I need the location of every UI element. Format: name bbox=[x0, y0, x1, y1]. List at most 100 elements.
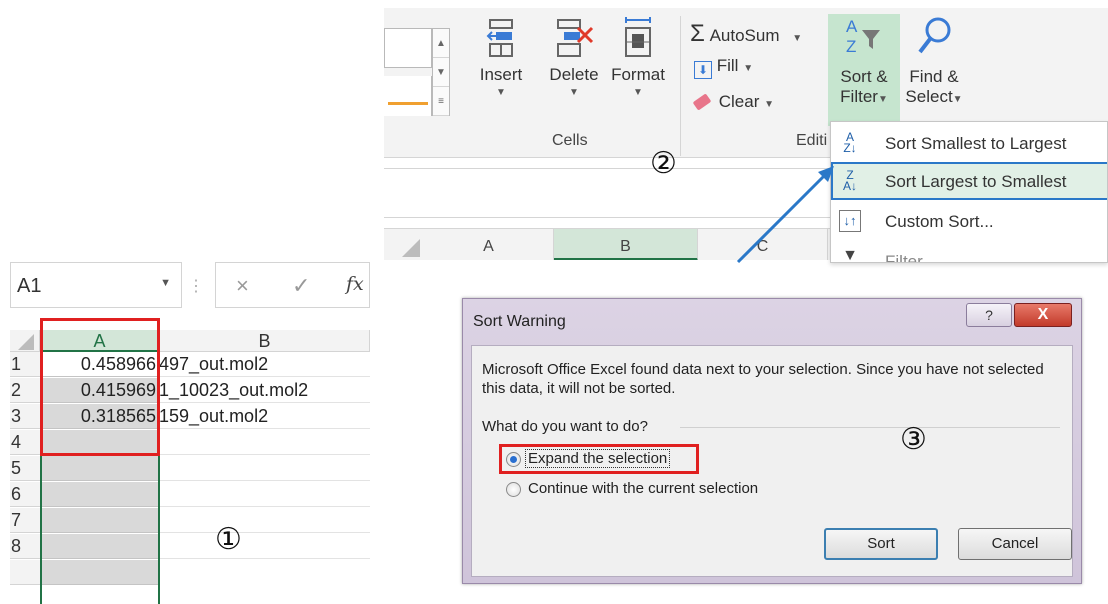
continue-current-radio[interactable] bbox=[506, 482, 521, 497]
name-box[interactable]: A1 ▼ bbox=[10, 262, 182, 308]
cell-style-preview-2[interactable] bbox=[384, 76, 432, 116]
dialog-message: Microsoft Office Excel found data next t… bbox=[482, 361, 1044, 397]
menu-item-label: Sort Smallest to Largest bbox=[885, 134, 1067, 153]
row-header-partial[interactable] bbox=[10, 560, 40, 585]
insert-button[interactable]: Insert ▼ bbox=[474, 16, 528, 98]
chevron-down-icon: ▼ bbox=[792, 33, 803, 44]
chevron-down-icon[interactable]: ▼ bbox=[433, 58, 449, 87]
help-button[interactable]: ? bbox=[966, 303, 1012, 327]
row-header[interactable]: 3 bbox=[10, 404, 40, 429]
eraser-icon bbox=[692, 93, 712, 111]
cell-b7[interactable] bbox=[159, 508, 370, 533]
cell-a2[interactable]: 0.415969 bbox=[41, 378, 158, 403]
find-select-label-2: Select bbox=[905, 87, 953, 106]
chevron-down-icon[interactable]: ▼ bbox=[160, 277, 171, 289]
fill-down-icon: ⬇ bbox=[694, 61, 712, 79]
chevron-down-icon: ▼ bbox=[952, 94, 963, 105]
row-header[interactable]: 6 bbox=[10, 482, 40, 507]
dialog-question: What do you want to do? bbox=[482, 418, 648, 435]
enter-icon[interactable]: ✓ bbox=[292, 273, 310, 299]
menu-sort-ascending[interactable]: A Z↓ Sort Smallest to Largest bbox=[831, 124, 1107, 162]
row-header[interactable]: 8 bbox=[10, 534, 40, 559]
column-header-a[interactable]: A bbox=[40, 330, 160, 352]
dialog-title: Sort Warning bbox=[473, 313, 566, 330]
select-all-corner[interactable] bbox=[402, 239, 420, 257]
sort-warning-dialog: Sort Warning ? X Microsoft Office Excel … bbox=[462, 298, 1082, 584]
cell-a9[interactable] bbox=[41, 560, 158, 585]
styles-gallery-scroll[interactable]: ▲ ▼ ≡ bbox=[432, 28, 450, 116]
sort-filter-button[interactable]: A Z Sort & Filter▼ bbox=[830, 14, 898, 107]
menu-item-label: Filter bbox=[885, 252, 923, 263]
cell-a5[interactable] bbox=[41, 456, 158, 481]
sort-ascending-icon: A Z↓ bbox=[843, 130, 857, 155]
more-icon[interactable]: ≡ bbox=[433, 87, 449, 116]
column-header-b[interactable]: B bbox=[554, 229, 698, 260]
step-1-marker: ① bbox=[215, 523, 242, 556]
cell-b4[interactable] bbox=[159, 430, 370, 455]
custom-sort-icon: ↓↑ bbox=[839, 210, 861, 232]
chevron-down-icon: ▼ bbox=[633, 87, 643, 98]
row-header[interactable]: 4 bbox=[10, 430, 40, 455]
cell-b3[interactable]: 159_out.mol2 bbox=[159, 404, 370, 429]
cell-b2[interactable]: 1_10023_out.mol2 bbox=[159, 378, 370, 403]
fill-button[interactable]: ⬇ Fill ▼ bbox=[694, 56, 753, 79]
groupbox-line bbox=[680, 427, 1060, 428]
cancel-button[interactable]: Cancel bbox=[958, 528, 1072, 560]
sort-filter-label-2: Filter bbox=[840, 87, 878, 106]
cell-a8[interactable] bbox=[41, 534, 158, 559]
sigma-icon: Σ bbox=[690, 20, 705, 47]
expand-selection-radio[interactable] bbox=[506, 452, 521, 467]
cell-a4[interactable] bbox=[41, 430, 158, 455]
column-header-c[interactable]: C bbox=[698, 229, 828, 260]
delete-cells-icon bbox=[557, 19, 594, 57]
column-header-a[interactable]: A bbox=[424, 229, 554, 260]
cancel-icon[interactable]: × bbox=[236, 273, 249, 299]
row-header[interactable]: 7 bbox=[10, 508, 40, 533]
continue-current-label[interactable]: Continue with the current selection bbox=[528, 480, 758, 497]
svg-text:A: A bbox=[846, 17, 858, 36]
editing-group-label: Editi bbox=[796, 132, 828, 149]
insert-function-icon[interactable]: fx bbox=[346, 273, 364, 295]
find-select-button[interactable]: Find & Select▼ bbox=[900, 14, 968, 107]
step-2-marker: ② bbox=[650, 147, 677, 180]
sort-filter-label-row: Filter▼ bbox=[830, 87, 898, 107]
cell-b1[interactable]: 497_out.mol2 bbox=[159, 352, 370, 377]
format-label: Format bbox=[611, 65, 665, 84]
svg-text:Z: Z bbox=[846, 37, 856, 56]
row-header[interactable]: 2 bbox=[10, 378, 40, 403]
close-button[interactable]: X bbox=[1014, 303, 1072, 327]
column-header-b[interactable]: B bbox=[160, 330, 370, 352]
menu-item-label: Custom Sort... bbox=[885, 212, 994, 231]
sort-filter-label-1: Sort & bbox=[840, 67, 888, 86]
clear-button[interactable]: Clear ▼ bbox=[692, 92, 774, 112]
cell-style-preview[interactable] bbox=[384, 28, 432, 68]
row-header[interactable]: 1 bbox=[10, 352, 40, 377]
format-button[interactable]: Format ▼ bbox=[606, 16, 670, 98]
cell-a6[interactable] bbox=[41, 482, 158, 507]
cell-a1[interactable]: 0.458966 bbox=[41, 352, 158, 377]
cells-group-label: Cells bbox=[552, 132, 588, 149]
select-all-corner[interactable] bbox=[10, 330, 40, 352]
menu-filter[interactable]: ▼ Filter bbox=[831, 242, 1107, 263]
chevron-down-icon: ▼ bbox=[764, 99, 774, 110]
find-select-label-row: Select▼ bbox=[900, 87, 968, 107]
step-3-marker: ③ bbox=[900, 423, 927, 456]
name-box-value: A1 bbox=[17, 275, 42, 297]
cell-b6[interactable] bbox=[159, 482, 370, 507]
format-cells-icon bbox=[625, 17, 651, 57]
expand-selection-label[interactable]: Expand the selection bbox=[524, 449, 671, 468]
cell-a7[interactable] bbox=[41, 508, 158, 533]
menu-custom-sort[interactable]: ↓↑ Custom Sort... bbox=[831, 202, 1107, 240]
menu-sort-descending[interactable]: Z A↓ Sort Largest to Smallest bbox=[831, 162, 1107, 200]
cell-b8[interactable] bbox=[159, 534, 370, 559]
cell-a3[interactable]: 0.318565 bbox=[41, 404, 158, 429]
autosum-button[interactable]: Σ AutoSum ▼ bbox=[690, 20, 802, 48]
fill-label: Fill bbox=[716, 56, 739, 75]
delete-button[interactable]: Delete ▼ bbox=[542, 16, 606, 98]
cell-b5[interactable] bbox=[159, 456, 370, 481]
autosum-label: AutoSum bbox=[709, 26, 780, 45]
row-header[interactable]: 5 bbox=[10, 456, 40, 481]
chevron-down-icon: ▼ bbox=[743, 63, 754, 74]
sort-button[interactable]: Sort bbox=[824, 528, 938, 560]
chevron-up-icon[interactable]: ▲ bbox=[433, 29, 449, 58]
